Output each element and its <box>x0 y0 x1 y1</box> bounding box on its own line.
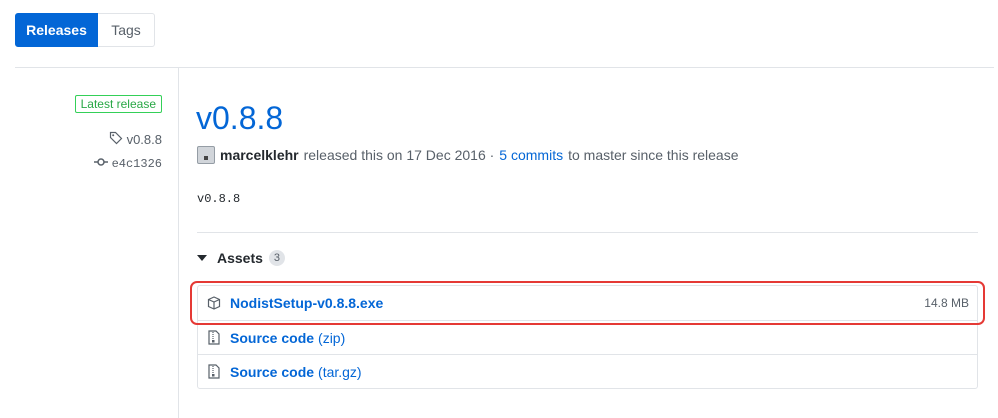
release-notes: v0.8.8 <box>197 192 241 206</box>
assets-list: NodistSetup-v0.8.8.exe 14.8 MB Source co… <box>197 285 978 389</box>
latest-release-badge: Latest release <box>74 95 162 113</box>
tag-icon <box>109 131 123 148</box>
source-code-zip-link[interactable]: Source code <box>230 330 314 346</box>
notes-divider <box>197 232 978 233</box>
commit-sha: e4c1326 <box>111 157 162 171</box>
source-code-format: (tar.gz) <box>318 363 362 380</box>
commit-icon <box>93 157 108 171</box>
assets-count-badge: 3 <box>268 250 286 266</box>
tab-releases[interactable]: Releases <box>15 13 98 47</box>
release-commit-link[interactable]: e4c1326 <box>93 157 162 171</box>
assets-label: Assets <box>217 250 263 266</box>
asset-row: NodistSetup-v0.8.8.exe 14.8 MB <box>198 286 977 320</box>
release-tabs: Releases Tags <box>15 13 155 47</box>
commits-link[interactable]: 5 commits <box>499 147 563 163</box>
released-text: released this on 17 Dec 2016 · <box>303 147 495 163</box>
tag-name: v0.8.8 <box>126 132 162 147</box>
assets-toggle[interactable]: Assets 3 <box>197 250 286 266</box>
asset-row: Source code (tar.gz) <box>198 354 977 388</box>
source-code-tar-link[interactable]: Source code <box>230 364 314 380</box>
sidebar-divider <box>178 68 179 418</box>
tab-tags[interactable]: Tags <box>98 13 155 47</box>
asset-download-link[interactable]: NodistSetup-v0.8.8.exe <box>230 295 383 311</box>
release-tag-link[interactable]: v0.8.8 <box>109 131 162 148</box>
file-zip-icon <box>206 330 222 345</box>
source-code-format: (zip) <box>318 329 346 346</box>
header-divider <box>15 67 994 68</box>
release-title[interactable]: v0.8.8 <box>196 97 283 139</box>
caret-down-icon <box>197 255 207 261</box>
asset-size: 14.8 MB <box>924 296 969 310</box>
asset-row: Source code (zip) <box>198 320 977 354</box>
author-link[interactable]: marcelklehr <box>220 147 299 163</box>
file-zip-icon <box>206 364 222 379</box>
release-byline: marcelklehr released this on 17 Dec 2016… <box>197 146 739 164</box>
commits-suffix: to master since this release <box>568 147 739 163</box>
avatar[interactable] <box>197 146 215 164</box>
package-icon <box>206 296 222 310</box>
